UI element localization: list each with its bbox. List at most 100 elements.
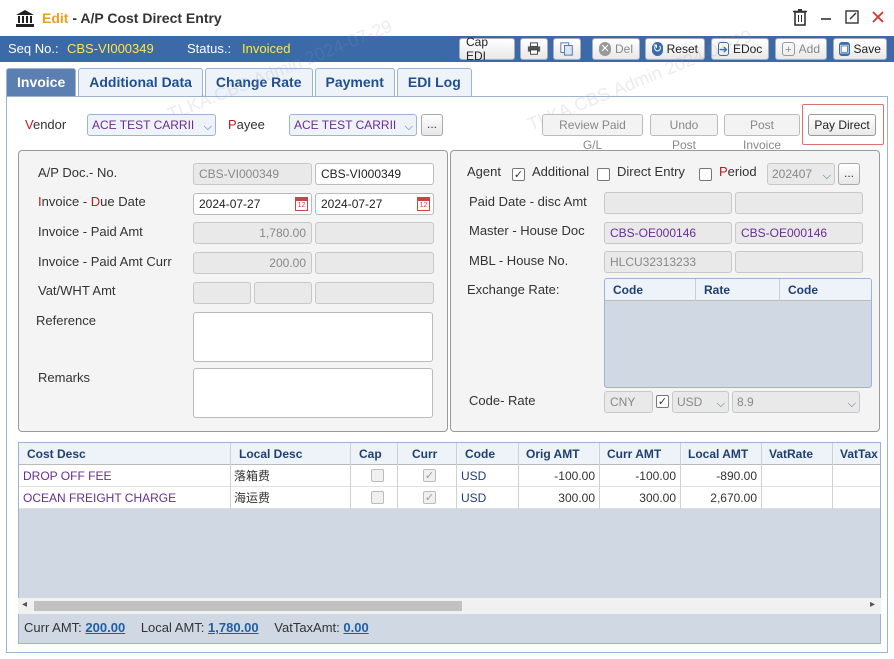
paid-date-field[interactable] bbox=[604, 192, 732, 214]
cell-cost-desc: OCEAN FREIGHT CHARGE bbox=[19, 487, 231, 509]
master-doc-field[interactable]: CBS-OE000146 bbox=[604, 222, 732, 244]
code-from-field[interactable]: CNY bbox=[604, 391, 653, 413]
save-label: Save bbox=[853, 42, 881, 56]
reset-button[interactable]: ↻ Reset bbox=[645, 38, 705, 60]
house-doc-field[interactable]: CBS-OE000146 bbox=[735, 222, 863, 244]
curr-amt-link[interactable]: 200.00 bbox=[85, 620, 125, 635]
reference-textarea[interactable] bbox=[193, 312, 433, 362]
vendor-value: ACE TEST CARRII bbox=[92, 118, 195, 132]
print-button[interactable] bbox=[520, 38, 548, 60]
paid-amt-field[interactable]: 1,780.00 bbox=[193, 222, 312, 244]
tab-additional-data[interactable]: Additional Data bbox=[78, 68, 203, 96]
payee-select[interactable]: ACE TEST CARRII ⌵ bbox=[289, 114, 417, 136]
cell-vatrate bbox=[762, 487, 833, 509]
review-paid-gl-button[interactable]: Review Paid G/L bbox=[542, 114, 643, 152]
col-orig-amt: Orig AMT bbox=[519, 443, 600, 465]
copy-button[interactable] bbox=[553, 38, 581, 60]
period-checkbox[interactable] bbox=[699, 168, 712, 181]
post-invoice-button[interactable]: Post Invoice bbox=[724, 114, 800, 152]
vat-field-1[interactable] bbox=[193, 282, 251, 304]
col-vattax: VatTax bbox=[833, 443, 880, 465]
invoice-date-value: 2024-07-27 bbox=[199, 197, 261, 211]
pay-direct-button[interactable]: Pay Direct bbox=[808, 114, 876, 136]
invoice-date-field[interactable]: 2024-07-27 12 bbox=[193, 193, 312, 215]
cap-checkbox[interactable] bbox=[371, 491, 384, 504]
calendar-icon[interactable]: 12 bbox=[295, 197, 308, 211]
due-date-field[interactable]: 2024-07-27 12 bbox=[315, 193, 434, 215]
invoice-due-date-label: Invoice - Due Date bbox=[38, 194, 146, 209]
vendor-select[interactable]: ACE TEST CARRII ⌵ bbox=[87, 114, 216, 136]
doc-no-field-2[interactable]: CBS-VI000349 bbox=[315, 163, 434, 185]
cell-local-desc: 落箱费 bbox=[231, 465, 351, 487]
payee-lookup-button[interactable]: ... bbox=[421, 114, 443, 136]
doc-no-field[interactable]: CBS-VI000349 bbox=[193, 163, 312, 185]
cell-curr-amt: 300.00 bbox=[600, 487, 681, 509]
paid-amt-curr-field[interactable]: 200.00 bbox=[193, 252, 312, 274]
cell-curr: ✓ bbox=[398, 465, 457, 487]
rate-select[interactable]: 8.9 ⌵ bbox=[732, 391, 860, 413]
code-to-select[interactable]: USD ⌵ bbox=[672, 391, 729, 413]
horizontal-scrollbar[interactable]: ◂ ▸ bbox=[18, 598, 881, 614]
edoc-button[interactable]: ➜ EDoc bbox=[711, 38, 769, 60]
doc-no-label: A/P Doc.- No. bbox=[38, 165, 118, 180]
exchange-rate-label: Exchange Rate: bbox=[467, 282, 560, 297]
curr-checkbox[interactable]: ✓ bbox=[423, 469, 436, 482]
cell-code: USD bbox=[457, 487, 519, 509]
cell-curr: ✓ bbox=[398, 487, 457, 509]
tab-payment[interactable]: Payment bbox=[314, 68, 395, 96]
paid-amt-curr-field-2[interactable] bbox=[315, 252, 434, 274]
tab-invoice[interactable]: Invoice bbox=[6, 68, 77, 96]
rate-value: 8.9 bbox=[737, 395, 754, 409]
col-curr-amt: Curr AMT bbox=[600, 443, 681, 465]
save-button[interactable]: ▣ Save bbox=[833, 38, 887, 60]
tab-edi-log[interactable]: EDI Log bbox=[396, 68, 472, 96]
mbl-house-label: MBL - House No. bbox=[469, 253, 569, 268]
mbl-field[interactable]: HLCU32313233 bbox=[604, 251, 732, 273]
cell-vattax bbox=[833, 487, 880, 509]
printer-icon bbox=[527, 42, 541, 55]
add-icon: + bbox=[782, 42, 795, 56]
remarks-textarea[interactable] bbox=[193, 368, 433, 418]
payee-label: Payee bbox=[228, 117, 265, 132]
scroll-left-icon[interactable]: ◂ bbox=[22, 599, 27, 610]
cap-checkbox[interactable] bbox=[371, 469, 384, 482]
period-label: Period bbox=[719, 164, 757, 179]
trash-icon[interactable] bbox=[792, 8, 808, 26]
paid-amt-field-2[interactable] bbox=[315, 222, 434, 244]
direct-entry-checkbox[interactable] bbox=[597, 168, 610, 181]
cell-local-amt: 2,670.00 bbox=[681, 487, 762, 509]
period-lookup-button[interactable]: ... bbox=[838, 163, 860, 185]
table-row[interactable]: OCEAN FREIGHT CHARGE 海运费 ✓ USD 300.00 30… bbox=[19, 487, 880, 509]
table-row[interactable]: DROP OFF FEE 落箱费 ✓ USD -100.00 -100.00 -… bbox=[19, 465, 880, 487]
exchange-col-code-2: Code bbox=[780, 279, 871, 301]
master-house-label: Master - House Doc bbox=[469, 223, 585, 238]
vat-field-3[interactable] bbox=[315, 282, 434, 304]
vat-tax-amt-link[interactable]: 0.00 bbox=[343, 620, 368, 635]
minimize-icon[interactable] bbox=[818, 8, 834, 26]
close-icon[interactable] bbox=[870, 8, 886, 26]
cell-vatrate bbox=[762, 465, 833, 487]
period-select[interactable]: 202407 ⌵ bbox=[767, 163, 835, 185]
cap-edi-button[interactable]: Cap EDI bbox=[459, 35, 515, 63]
cell-curr-amt: -100.00 bbox=[600, 465, 681, 487]
vat-field-2[interactable] bbox=[254, 282, 312, 304]
tab-change-rate[interactable]: Change Rate bbox=[204, 68, 313, 96]
add-button[interactable]: + Add bbox=[775, 38, 827, 60]
house-no-field[interactable] bbox=[735, 251, 863, 273]
scrollbar-thumb[interactable] bbox=[34, 601, 462, 611]
scroll-right-icon[interactable]: ▸ bbox=[870, 599, 875, 610]
title-mode: Edit bbox=[42, 10, 69, 26]
code-rate-checkbox[interactable]: ✓ bbox=[656, 395, 669, 408]
status-label: Status.: bbox=[187, 41, 232, 56]
paid-date-label: Paid Date - disc Amt bbox=[469, 194, 587, 209]
chevron-down-icon: ⌵ bbox=[716, 398, 725, 410]
chevron-down-icon: ⌵ bbox=[847, 398, 856, 410]
undo-post-button[interactable]: Undo Post bbox=[650, 114, 718, 152]
local-amt-link[interactable]: 1,780.00 bbox=[208, 620, 259, 635]
del-button[interactable]: ✕ Del bbox=[592, 38, 640, 60]
curr-checkbox[interactable]: ✓ bbox=[423, 491, 436, 504]
disc-amt-field[interactable] bbox=[735, 192, 863, 214]
maximize-icon[interactable] bbox=[844, 8, 860, 26]
calendar-icon[interactable]: 12 bbox=[417, 197, 430, 211]
additional-checkbox[interactable]: ✓ bbox=[512, 168, 525, 181]
